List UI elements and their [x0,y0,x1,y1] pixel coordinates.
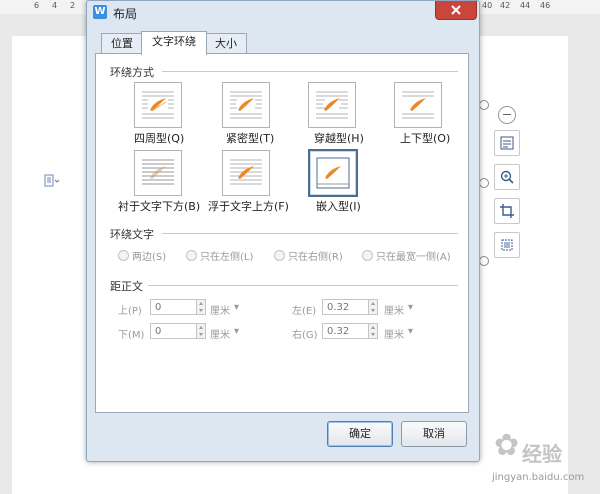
distance-left-label: 左(E) [292,306,317,317]
frame-icon [501,239,513,251]
wrap-through-icon [316,91,348,119]
wrap-largest-side-label: 只在最宽一侧(A) [376,252,451,263]
wps-w-icon: W [93,5,107,19]
watermark: ✿ 经验 jingyan.baidu.com [468,426,598,492]
frame-button[interactable] [494,232,520,258]
ruler-label: 44 [520,1,531,10]
wrap-through-option[interactable] [308,82,356,128]
close-button[interactable] [435,1,477,20]
layout-dialog: W 布局 位置 文字环绕 大小 环绕方式 四周型(Q) 紧密型(T) 穿越型(H… [86,0,480,462]
ruler-label: 40 [482,1,493,10]
resize-handle[interactable] [479,100,489,110]
tab-size[interactable]: 大小 [205,33,247,54]
dialog-title: 布局 [113,7,138,21]
wrap-right-only-label: 只在右侧(R) [288,252,343,263]
distance-top-unit[interactable]: 厘米 [210,302,230,317]
zoom-in-icon [500,170,514,184]
distance-bottom-unit[interactable]: 厘米 [210,326,230,341]
resize-handle[interactable] [479,256,489,266]
layout-options-button[interactable] [494,130,520,156]
distance-left-spinner[interactable] [368,299,378,315]
wrap-square-label: 四周型(Q) [134,132,185,145]
crop-icon [500,204,514,218]
tab-text-wrapping[interactable]: 文字环绕 [141,31,207,55]
unit-dropdown-icon[interactable]: ▾ [234,326,239,337]
wrap-both-sides-radio[interactable] [118,250,129,261]
dialog-titlebar[interactable]: W 布局 [87,1,479,27]
ruler-label: 4 [52,1,58,10]
wrap-both-sides-label: 两边(S) [132,252,167,263]
wrap-in-front-option[interactable] [222,150,270,196]
wrap-left-only-label: 只在左侧(L) [200,252,254,263]
paw-logo-icon: ✿ [494,428,520,463]
tab-panel: 环绕方式 四周型(Q) 紧密型(T) 穿越型(H) 上下型(O) 衬于文字下方(… [95,53,469,413]
divider [162,71,458,72]
watermark-url: jingyan.baidu.com [492,472,585,483]
document-icon[interactable] [44,174,60,188]
wrap-square-option[interactable] [134,82,182,128]
layout-icon [500,136,514,150]
distance-left-unit[interactable]: 厘米 [384,302,404,317]
unit-dropdown-icon[interactable]: ▾ [408,302,413,313]
cancel-button[interactable]: 取消 [401,421,467,447]
wrap-tight-icon [230,91,262,119]
wrap-behind-label: 衬于文字下方(B) [118,200,201,213]
distance-right-spinner[interactable] [368,323,378,339]
wrap-in-front-icon [230,159,262,185]
zoom-button[interactable] [494,164,520,190]
wrap-square-icon [142,91,174,119]
wrap-top-bottom-option[interactable] [394,82,442,128]
close-icon [451,5,461,15]
wrap-text-heading: 环绕文字 [110,228,154,241]
divider [148,285,458,286]
divider [162,233,458,234]
wrap-style-heading: 环绕方式 [110,66,154,79]
unit-dropdown-icon[interactable]: ▾ [408,326,413,337]
ruler-label: 46 [540,1,551,10]
ruler-label: 6 [34,1,40,10]
distance-heading: 距正文 [110,280,143,293]
wrap-tight-option[interactable] [222,82,270,128]
distance-right-unit[interactable]: 厘米 [384,326,404,341]
wrap-top-bottom-icon [402,91,434,119]
ruler-label: 2 [70,1,76,10]
distance-top-label: 上(P) [118,306,142,317]
wrap-through-label: 穿越型(H) [314,132,364,145]
resize-handle[interactable] [479,178,489,188]
distance-top-spinner[interactable] [196,299,206,315]
unit-dropdown-icon[interactable]: ▾ [234,302,239,313]
wrap-behind-icon [142,159,174,185]
distance-bottom-spinner[interactable] [196,323,206,339]
distance-bottom-label: 下(M) [118,330,145,341]
watermark-text: 经验 [522,442,562,466]
wrap-largest-side-radio[interactable] [362,250,373,261]
wrap-behind-option[interactable] [134,150,182,196]
wrap-right-only-radio[interactable] [274,250,285,261]
wrap-left-only-radio[interactable] [186,250,197,261]
tab-position[interactable]: 位置 [101,33,143,54]
wrap-inline-icon [316,157,350,189]
ok-button[interactable]: 确定 [327,421,393,447]
distance-right-label: 右(G) [292,330,318,341]
wrap-inline-label: 嵌入型(I) [316,200,361,213]
ruler-label: 42 [500,1,511,10]
wrap-in-front-label: 浮于文字上方(F) [208,200,289,213]
collapse-minus-icon[interactable] [498,106,516,124]
crop-button[interactable] [494,198,520,224]
wrap-top-bottom-label: 上下型(O) [400,132,451,145]
wrap-tight-label: 紧密型(T) [226,132,275,145]
wrap-inline-option[interactable] [308,149,358,197]
